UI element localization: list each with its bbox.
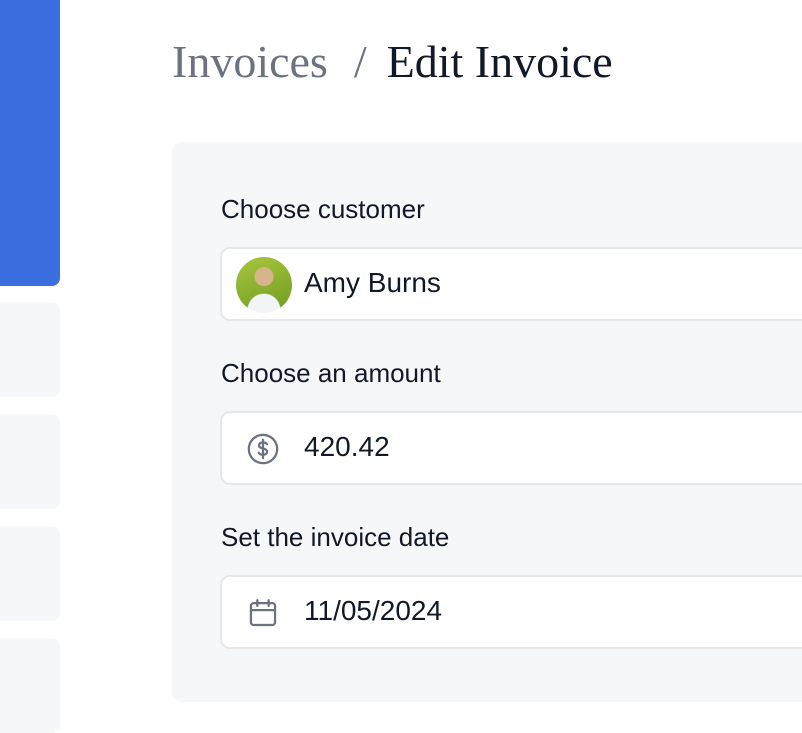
calendar-icon — [249, 599, 277, 627]
amount-field-label: Choose an amount — [221, 358, 441, 388]
customer-field-label: Choose customer — [221, 194, 425, 224]
amount-input[interactable]: 420.42 — [220, 411, 802, 485]
sidebar-nav-item-3[interactable] — [0, 526, 60, 621]
sidebar-nav-item-4[interactable] — [0, 638, 60, 733]
sidebar-nav-item-1[interactable] — [0, 302, 60, 397]
customer-select[interactable]: Amy Burns — [220, 247, 802, 321]
date-field-label: Set the invoice date — [221, 522, 450, 552]
dollar-circle-icon — [247, 433, 279, 465]
date-input-value: 11/05/2024 — [304, 595, 443, 626]
customer-select-value: Amy Burns — [304, 267, 441, 298]
breadcrumb-separator: / — [353, 36, 367, 87]
amount-input-value: 420.42 — [304, 431, 390, 462]
sidebar-nav-item-2[interactable] — [0, 414, 60, 509]
breadcrumb: Invoices / Edit Invoice — [172, 30, 613, 94]
page-title: Edit Invoice — [386, 36, 613, 87]
sidebar-logo-panel[interactable] — [0, 0, 60, 286]
customer-avatar — [236, 257, 292, 313]
breadcrumb-link-invoices[interactable]: Invoices — [172, 36, 328, 87]
date-input[interactable]: 11/05/2024 — [220, 575, 802, 649]
